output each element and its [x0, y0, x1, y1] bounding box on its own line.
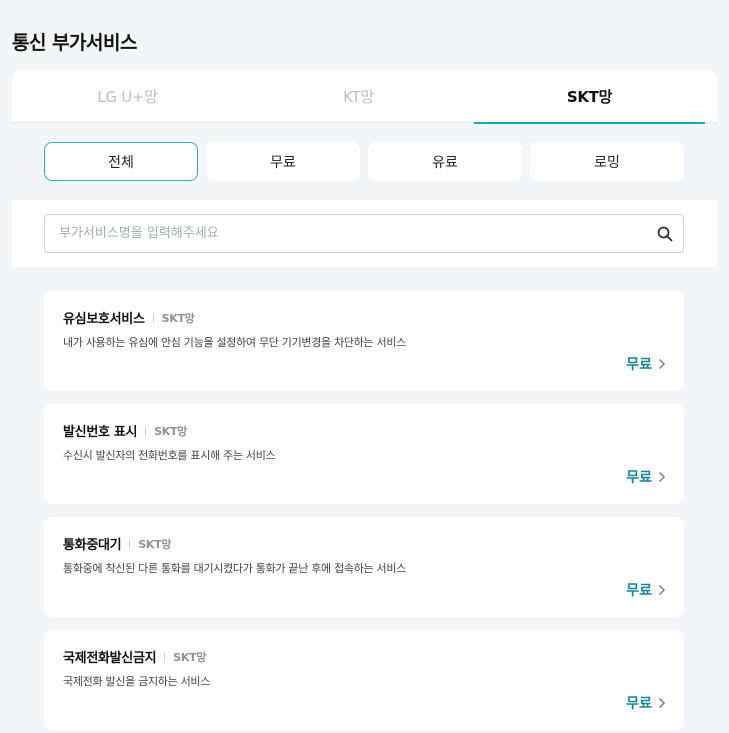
- tab-kt[interactable]: KT망: [243, 70, 474, 123]
- service-card[interactable]: 국제전화발신금지 SKT망 국제전화 발신을 금지하는 서비스 무료: [44, 630, 684, 730]
- service-price: 무료: [626, 583, 652, 599]
- tab-skt[interactable]: SKT망: [474, 70, 705, 124]
- filter-all[interactable]: 전체: [44, 142, 198, 181]
- chevron-right-icon: [658, 471, 666, 483]
- service-panel: LG U+망 KT망 SKT망 전체 무료 유료 로밍 유심보호서비스 SKT망: [12, 70, 717, 733]
- service-price-link[interactable]: 무료: [626, 354, 666, 374]
- service-description: 국제전화 발신을 금지하는 서비스: [63, 675, 211, 688]
- divider: [152, 312, 154, 323]
- search-box: [44, 214, 684, 253]
- divider: [164, 651, 166, 662]
- chevron-right-icon: [658, 584, 666, 596]
- service-description: 수신시 발신자의 전화번호를 표시해 주는 서비스: [63, 449, 276, 462]
- filter-paid[interactable]: 유료: [368, 142, 522, 181]
- page-title: 통신 부가서비스: [12, 32, 137, 54]
- service-title-row: 유심보호서비스 SKT망: [63, 308, 195, 328]
- service-card[interactable]: 유심보호서비스 SKT망 내가 사용하는 유심에 안심 기능을 설정하여 무단 …: [44, 291, 684, 391]
- service-price-link[interactable]: 무료: [626, 467, 666, 487]
- service-price: 무료: [626, 357, 652, 373]
- divider: [129, 538, 131, 549]
- search-area: [12, 200, 717, 267]
- service-price: 무료: [626, 470, 652, 486]
- filter-free[interactable]: 무료: [206, 142, 360, 181]
- service-price-link[interactable]: 무료: [626, 580, 666, 600]
- filter-roaming[interactable]: 로밍: [530, 142, 684, 181]
- filter-chips: 전체 무료 유료 로밍: [44, 142, 684, 181]
- service-price-link[interactable]: 무료: [626, 693, 666, 713]
- chevron-right-icon: [658, 697, 666, 709]
- divider: [145, 425, 147, 436]
- service-network: SKT망: [173, 650, 207, 664]
- service-description: 통화중에 착신된 다른 통화를 대기시켰다가 통화가 끝난 후에 접속하는 서비…: [63, 562, 407, 575]
- search-icon[interactable]: [647, 215, 683, 252]
- chevron-right-icon: [658, 358, 666, 370]
- tab-lgu[interactable]: LG U+망: [12, 70, 243, 123]
- service-title-row: 국제전화발신금지 SKT망: [63, 647, 207, 667]
- service-price: 무료: [626, 696, 652, 712]
- service-card[interactable]: 통화중대기 SKT망 통화중에 착신된 다른 통화를 대기시켰다가 통화가 끝난…: [44, 517, 684, 617]
- service-title-row: 발신번호 표시 SKT망: [63, 421, 188, 441]
- service-network: SKT망: [138, 537, 172, 551]
- network-tabs: LG U+망 KT망 SKT망: [12, 70, 717, 124]
- service-card[interactable]: 발신번호 표시 SKT망 수신시 발신자의 전화번호를 표시해 주는 서비스 무…: [44, 404, 684, 504]
- search-input[interactable]: [45, 215, 647, 252]
- service-list: 유심보호서비스 SKT망 내가 사용하는 유심에 안심 기능을 설정하여 무단 …: [44, 291, 684, 733]
- service-network: SKT망: [154, 424, 188, 438]
- service-name: 유심보호서비스: [63, 312, 145, 327]
- service-name: 국제전화발신금지: [63, 651, 157, 666]
- service-title-row: 통화중대기 SKT망: [63, 534, 172, 554]
- service-network: SKT망: [161, 311, 195, 325]
- service-name: 통화중대기: [63, 538, 122, 553]
- service-description: 내가 사용하는 유심에 안심 기능을 설정하여 무단 기기변경을 차단하는 서비…: [63, 336, 407, 349]
- service-name: 발신번호 표시: [63, 425, 138, 440]
